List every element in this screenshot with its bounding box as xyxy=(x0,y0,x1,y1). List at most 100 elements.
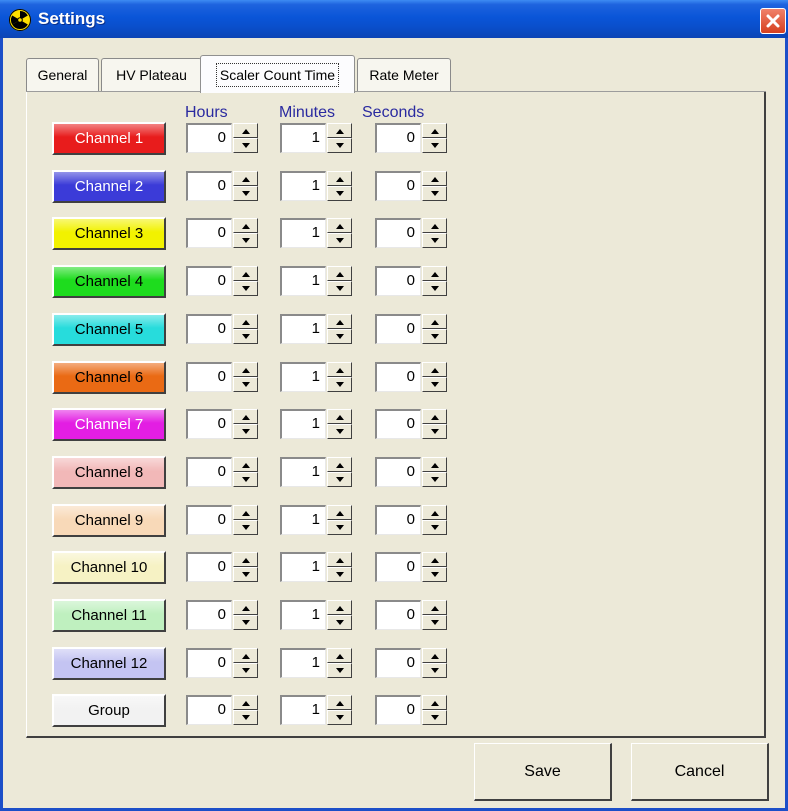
spin-down-button[interactable] xyxy=(233,424,258,439)
spin-up-button[interactable] xyxy=(422,362,447,377)
spin-up-button[interactable] xyxy=(327,218,352,233)
spin-up-button[interactable] xyxy=(327,123,352,138)
spin-down-button[interactable] xyxy=(422,377,447,392)
spin-down-button[interactable] xyxy=(327,186,352,201)
spin-up-button[interactable] xyxy=(422,552,447,567)
cancel-button[interactable]: Cancel xyxy=(631,743,769,801)
spin-down-button[interactable] xyxy=(422,233,447,248)
spin-up-button[interactable] xyxy=(233,171,258,186)
channel-8-button[interactable]: Channel 8 xyxy=(52,456,166,489)
spin-down-button[interactable] xyxy=(327,233,352,248)
spin-down-button[interactable] xyxy=(327,138,352,153)
minutes-input[interactable]: 1 xyxy=(280,552,326,582)
spin-up-button[interactable] xyxy=(327,600,352,615)
spin-down-button[interactable] xyxy=(233,472,258,487)
spin-down-button[interactable] xyxy=(422,615,447,630)
hours-input[interactable]: 0 xyxy=(186,505,232,535)
spin-up-button[interactable] xyxy=(422,171,447,186)
channel-1-button[interactable]: Channel 1 xyxy=(52,122,166,155)
spin-up-button[interactable] xyxy=(422,457,447,472)
spin-up-button[interactable] xyxy=(422,695,447,710)
tab-rate-meter[interactable]: Rate Meter xyxy=(357,58,451,91)
spin-up-button[interactable] xyxy=(233,695,258,710)
spin-down-button[interactable] xyxy=(327,710,352,725)
spin-up-button[interactable] xyxy=(327,314,352,329)
spin-up-button[interactable] xyxy=(233,505,258,520)
channel-4-button[interactable]: Channel 4 xyxy=(52,265,166,298)
spin-up-button[interactable] xyxy=(422,600,447,615)
spin-up-button[interactable] xyxy=(233,218,258,233)
minutes-input[interactable]: 1 xyxy=(280,648,326,678)
spin-down-button[interactable] xyxy=(422,710,447,725)
spin-down-button[interactable] xyxy=(422,138,447,153)
tab-scaler-count-time[interactable]: Scaler Count Time xyxy=(200,55,355,93)
hours-input[interactable]: 0 xyxy=(186,171,232,201)
spin-down-button[interactable] xyxy=(327,520,352,535)
seconds-input[interactable]: 0 xyxy=(375,266,421,296)
spin-up-button[interactable] xyxy=(233,362,258,377)
spin-up-button[interactable] xyxy=(422,409,447,424)
spin-up-button[interactable] xyxy=(422,218,447,233)
channel-9-button[interactable]: Channel 9 xyxy=(52,504,166,537)
spin-down-button[interactable] xyxy=(233,281,258,296)
channel-7-button[interactable]: Channel 7 xyxy=(52,408,166,441)
spin-down-button[interactable] xyxy=(422,520,447,535)
channel-11-button[interactable]: Channel 11 xyxy=(52,599,166,632)
hours-input[interactable]: 0 xyxy=(186,218,232,248)
hours-input[interactable]: 0 xyxy=(186,123,232,153)
spin-down-button[interactable] xyxy=(422,281,447,296)
spin-down-button[interactable] xyxy=(422,472,447,487)
hours-input[interactable]: 0 xyxy=(186,552,232,582)
seconds-input[interactable]: 0 xyxy=(375,505,421,535)
spin-up-button[interactable] xyxy=(422,648,447,663)
seconds-input[interactable]: 0 xyxy=(375,314,421,344)
spin-up-button[interactable] xyxy=(233,648,258,663)
minutes-input[interactable]: 1 xyxy=(280,457,326,487)
spin-up-button[interactable] xyxy=(327,409,352,424)
spin-up-button[interactable] xyxy=(327,457,352,472)
spin-down-button[interactable] xyxy=(327,329,352,344)
seconds-input[interactable]: 0 xyxy=(375,457,421,487)
channel-5-button[interactable]: Channel 5 xyxy=(52,313,166,346)
seconds-input[interactable]: 0 xyxy=(375,123,421,153)
channel-12-button[interactable]: Channel 12 xyxy=(52,647,166,680)
spin-down-button[interactable] xyxy=(233,710,258,725)
spin-down-button[interactable] xyxy=(422,567,447,582)
spin-down-button[interactable] xyxy=(327,472,352,487)
minutes-input[interactable]: 1 xyxy=(280,123,326,153)
spin-up-button[interactable] xyxy=(233,600,258,615)
channel-3-button[interactable]: Channel 3 xyxy=(52,217,166,250)
spin-down-button[interactable] xyxy=(327,281,352,296)
seconds-input[interactable]: 0 xyxy=(375,648,421,678)
spin-down-button[interactable] xyxy=(233,233,258,248)
hours-input[interactable]: 0 xyxy=(186,457,232,487)
close-button[interactable] xyxy=(760,8,786,34)
hours-input[interactable]: 0 xyxy=(186,695,232,725)
spin-down-button[interactable] xyxy=(233,567,258,582)
spin-up-button[interactable] xyxy=(233,266,258,281)
spin-down-button[interactable] xyxy=(233,663,258,678)
spin-down-button[interactable] xyxy=(422,186,447,201)
seconds-input[interactable]: 0 xyxy=(375,552,421,582)
spin-down-button[interactable] xyxy=(422,329,447,344)
spin-up-button[interactable] xyxy=(422,505,447,520)
minutes-input[interactable]: 1 xyxy=(280,218,326,248)
minutes-input[interactable]: 1 xyxy=(280,600,326,630)
seconds-input[interactable]: 0 xyxy=(375,695,421,725)
spin-up-button[interactable] xyxy=(233,457,258,472)
hours-input[interactable]: 0 xyxy=(186,600,232,630)
minutes-input[interactable]: 1 xyxy=(280,505,326,535)
save-button[interactable]: Save xyxy=(474,743,612,801)
channel-13-button[interactable]: Group xyxy=(52,694,166,727)
minutes-input[interactable]: 1 xyxy=(280,266,326,296)
channel-6-button[interactable]: Channel 6 xyxy=(52,361,166,394)
minutes-input[interactable]: 1 xyxy=(280,409,326,439)
spin-up-button[interactable] xyxy=(327,171,352,186)
spin-down-button[interactable] xyxy=(327,663,352,678)
spin-down-button[interactable] xyxy=(327,377,352,392)
spin-up-button[interactable] xyxy=(327,505,352,520)
spin-up-button[interactable] xyxy=(422,314,447,329)
seconds-input[interactable]: 0 xyxy=(375,218,421,248)
spin-down-button[interactable] xyxy=(233,377,258,392)
spin-up-button[interactable] xyxy=(233,314,258,329)
